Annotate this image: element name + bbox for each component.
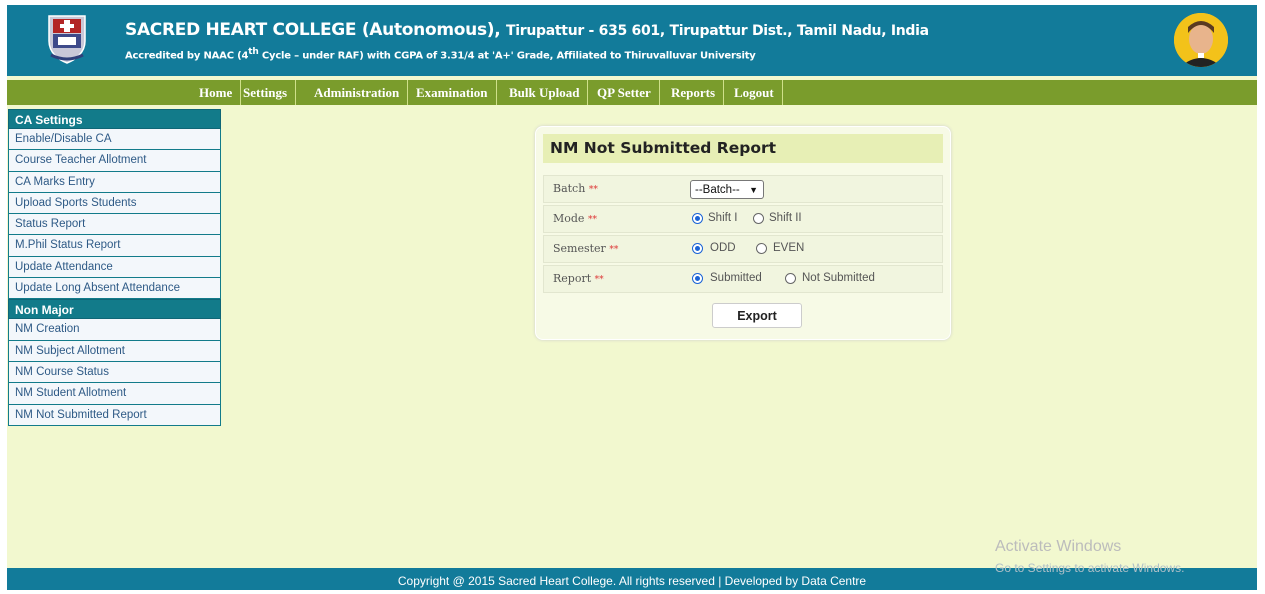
export-button[interactable]: Export [712,303,802,328]
sidebar-heading-ca-settings: CA Settings [8,109,221,129]
mode-row: Mode ** Shift I Shift II [543,205,943,233]
report-label: Report ** [553,272,604,285]
semester-odd-label: ODD [710,242,736,254]
user-avatar[interactable] [1174,13,1228,67]
sidebar-item-upload-sports-students[interactable]: Upload Sports Students [8,192,221,215]
batch-row: Batch ** --Batch-- ▼ [543,175,943,203]
sidebar-item-mphil-status-report[interactable]: M.Phil Status Report [8,235,221,257]
nav-logout[interactable]: Logout [726,80,783,105]
accreditation-text-pre: Accredited by NAAC (4 [125,50,249,62]
college-title: SACRED HEART COLLEGE (Autonomous), Tirup… [125,20,929,40]
required-mark: ** [594,275,604,285]
sidebar-item-nm-student-allotment[interactable]: NM Student Allotment [8,383,221,405]
report-submitted-label: Submitted [710,272,762,284]
mode-shift1-label: Shift I [708,212,738,224]
semester-even-radio[interactable] [756,243,767,254]
required-mark: ** [587,215,597,225]
nav-settings[interactable]: Settings [235,80,297,105]
sidebar-item-nm-not-submitted-report[interactable]: NM Not Submitted Report [8,404,221,426]
accreditation-line: Accredited by NAAC (4th Cycle – under RA… [125,47,756,61]
college-location: Tirupattur - 635 601, Tirupattur Dist., … [506,23,929,39]
footer-text: Copyright @ 2015 Sacred Heart College. A… [397,574,867,588]
sidebar-item-nm-subject-allotment[interactable]: NM Subject Allotment [8,340,221,362]
required-mark: ** [588,185,598,195]
accreditation-text-post: Cycle – under RAF) with CGPA of 3.31/4 a… [258,50,756,62]
batch-select-value: --Batch-- [695,184,740,196]
report-not-submitted-label: Not Submitted [802,272,875,284]
form-title: NM Not Submitted Report [543,134,943,163]
batch-label: Batch ** [553,182,598,195]
header: SACRED HEART COLLEGE (Autonomous), Tirup… [7,5,1257,76]
semester-row: Semester ** ODD EVEN [543,235,943,263]
sidebar-item-update-long-absent-attendance[interactable]: Update Long Absent Attendance [8,278,221,300]
chevron-down-icon: ▼ [749,185,758,195]
sidebar-item-status-report[interactable]: Status Report [8,214,221,236]
sidebar-item-update-attendance[interactable]: Update Attendance [8,256,221,279]
nav-examination[interactable]: Examination [408,80,497,105]
sidebar-item-enable-disable-ca[interactable]: Enable/Disable CA [8,129,221,151]
nav-bulk-upload[interactable]: Bulk Upload [501,80,589,105]
sidebar-item-ca-marks-entry[interactable]: CA Marks Entry [8,171,221,193]
batch-select[interactable]: --Batch-- ▼ [690,180,764,199]
report-row: Report ** Submitted Not Submitted [543,265,943,293]
college-logo-icon [45,13,89,65]
semester-odd-radio[interactable] [692,243,703,254]
page: SACRED HEART COLLEGE (Autonomous), Tirup… [7,5,1257,590]
nav-qp-setter[interactable]: QP Setter [589,80,660,105]
sidebar-item-course-teacher-allotment[interactable]: Course Teacher Allotment [8,150,221,172]
nav-administration[interactable]: Administration [306,80,409,105]
sidebar-heading-non-major: Non Major [8,299,221,320]
required-mark: ** [609,245,619,255]
activate-windows-watermark: Activate Windows [995,538,1122,555]
college-name: SACRED HEART COLLEGE (Autonomous), [125,20,501,40]
semester-label: Semester ** [553,242,619,255]
sidebar-item-nm-course-status[interactable]: NM Course Status [8,361,221,384]
mode-label: Mode ** [553,212,597,225]
mode-shift2-label: Shift II [769,212,802,224]
nav-home[interactable]: Home [191,80,242,105]
nav-reports[interactable]: Reports [663,80,725,105]
report-form-panel: NM Not Submitted Report Batch ** --Batch… [535,126,951,340]
mode-shift2-radio[interactable] [753,213,764,224]
activate-windows-hint: Go to Settings to activate Windows. [995,561,1185,575]
main-nav: Home Settings Administration Examination… [7,80,1257,105]
mode-shift1-radio[interactable] [692,213,703,224]
report-not-submitted-radio[interactable] [785,273,796,284]
sidebar: CA Settings Enable/Disable CA Course Tea… [8,109,221,426]
semester-even-label: EVEN [773,242,805,254]
report-submitted-radio[interactable] [692,273,703,284]
sidebar-item-nm-creation[interactable]: NM Creation [8,319,221,341]
accreditation-sup: th [248,47,259,57]
